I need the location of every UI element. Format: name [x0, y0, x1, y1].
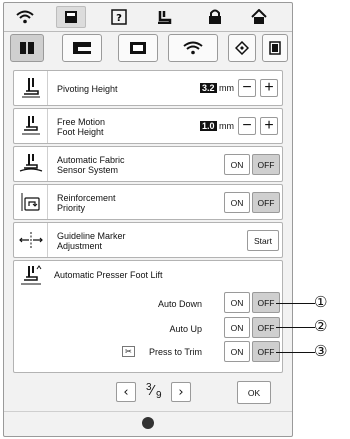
tab-display-settings[interactable] — [118, 34, 158, 62]
fabric-sensor-icon — [18, 151, 44, 177]
diamond-icon — [235, 41, 249, 55]
free-motion-minus-button[interactable]: − — [238, 117, 256, 135]
free-motion-value: 1.0 — [200, 121, 217, 131]
reinforcement-off-button[interactable]: OFF — [252, 192, 280, 213]
callout-line-2 — [276, 327, 315, 328]
settings-screen: ? Pivoting Height 3.2 mm − + Free Motion… — [3, 2, 293, 437]
chevron-left-icon: ‹ — [123, 384, 129, 400]
guideline-label: Guideline Marker Adjustment — [57, 231, 126, 251]
auto-up-label: Auto Up — [169, 324, 202, 334]
press-to-trim-on-button[interactable]: ON — [224, 341, 250, 362]
row-separator — [47, 147, 48, 181]
plus-icon: + — [264, 79, 274, 96]
scissors-icon: ✂ — [122, 346, 135, 357]
row-separator — [47, 185, 48, 219]
minus-icon: − — [242, 79, 252, 96]
tab-sewing-settings[interactable] — [62, 34, 102, 62]
wifi-tab-icon — [183, 41, 203, 55]
status-dot-icon — [142, 417, 154, 429]
guideline-start-button[interactable]: Start — [247, 230, 279, 251]
callout-line-3 — [276, 352, 315, 353]
chevron-right-icon: › — [178, 384, 184, 400]
free-motion-label: Free Motion Foot Height — [57, 117, 106, 137]
free-motion-plus-button[interactable]: + — [260, 117, 278, 135]
reinforcement-label: Reinforcement Priority — [57, 193, 116, 213]
footer: ‹ 3 ⁄ 9 › OK — [4, 378, 292, 436]
tab-machine-settings[interactable] — [10, 34, 44, 62]
presser-foot-icon — [18, 75, 44, 101]
free-motion-row: Free Motion Foot Height 1.0 mm − + — [13, 108, 283, 144]
reinforcement-on-button[interactable]: ON — [224, 192, 250, 213]
free-motion-foot-icon — [18, 113, 44, 139]
fabric-sensor-on-button[interactable]: ON — [224, 154, 250, 175]
ok-button[interactable]: OK — [237, 381, 271, 404]
reinforcement-row: Reinforcement Priority ON OFF — [13, 184, 283, 220]
foot-icon[interactable] — [150, 6, 180, 28]
pivoting-height-value: 3.2 — [200, 83, 217, 93]
pivoting-plus-button[interactable]: + — [260, 79, 278, 97]
presser-lift-label: Automatic Presser Foot Lift — [54, 270, 163, 280]
row-separator — [47, 223, 48, 257]
book-icon — [20, 42, 34, 54]
callout-3: ③ — [314, 342, 328, 360]
tab-screen[interactable] — [262, 34, 288, 62]
pivoting-height-label: Pivoting Height — [57, 84, 118, 94]
auto-down-label: Auto Down — [157, 299, 202, 309]
help-icon[interactable]: ? — [104, 6, 134, 28]
tab-format[interactable] — [228, 34, 256, 62]
sewing-machine-icon — [73, 42, 91, 54]
page-indicator: 3 ⁄ 9 — [143, 382, 165, 402]
frame-icon — [269, 41, 281, 55]
svg-text:?: ? — [116, 13, 122, 24]
prev-page-button[interactable]: ‹ — [116, 382, 136, 402]
footer-divider — [4, 411, 292, 412]
row-separator — [47, 109, 48, 143]
presser-foot-lift-row: Automatic Presser Foot Lift Auto Down ON… — [13, 260, 283, 373]
plus-icon: + — [264, 117, 274, 134]
lock-icon[interactable] — [200, 6, 230, 28]
minus-icon: − — [242, 117, 252, 134]
guideline-row: Guideline Marker Adjustment Start — [13, 222, 283, 258]
reinforcement-icon — [18, 189, 44, 215]
top-bar: ? — [4, 3, 292, 32]
pivoting-height-row: Pivoting Height 3.2 mm − + — [13, 70, 283, 106]
pivoting-height-unit: mm — [219, 83, 234, 93]
auto-down-on-button[interactable]: ON — [224, 292, 250, 313]
tab-wireless[interactable] — [168, 34, 218, 62]
guideline-marker-icon — [18, 227, 44, 253]
page-slash: ⁄ — [151, 384, 154, 399]
wifi-icon[interactable] — [10, 6, 40, 28]
fabric-sensor-row: Automatic Fabric Sensor System ON OFF — [13, 146, 283, 182]
auto-up-on-button[interactable]: ON — [224, 317, 250, 338]
settings-tabs — [8, 34, 288, 66]
total-pages: 9 — [156, 390, 162, 401]
page-icon[interactable] — [56, 6, 86, 28]
callout-line-1 — [276, 303, 315, 304]
presser-lift-icon — [18, 265, 44, 291]
callout-1: ① — [314, 293, 328, 311]
press-to-trim-label: Press to Trim — [148, 347, 202, 357]
pivoting-minus-button[interactable]: − — [238, 79, 256, 97]
display-icon — [130, 42, 146, 54]
fabric-sensor-label: Automatic Fabric Sensor System — [57, 155, 125, 175]
row-separator — [47, 71, 48, 105]
fabric-sensor-off-button[interactable]: OFF — [252, 154, 280, 175]
home-icon[interactable] — [244, 6, 274, 28]
free-motion-unit: mm — [219, 121, 234, 131]
next-page-button[interactable]: › — [171, 382, 191, 402]
callout-2: ② — [314, 317, 328, 335]
